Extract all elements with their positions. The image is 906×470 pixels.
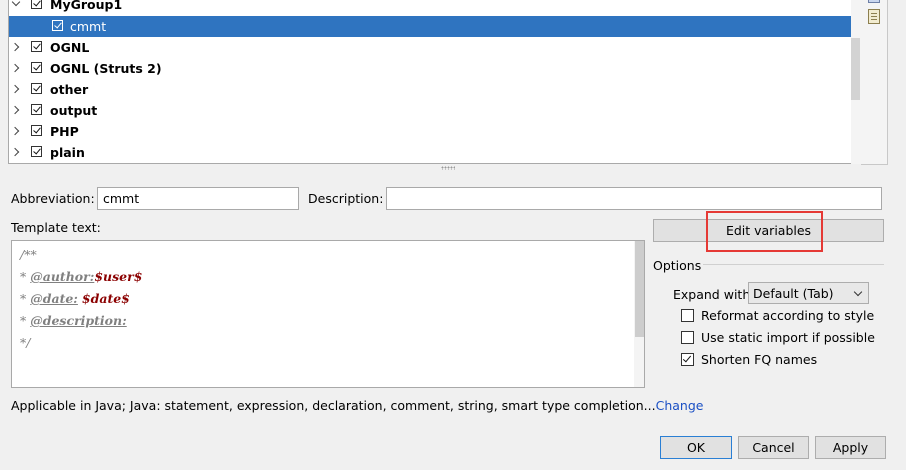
options-divider xyxy=(703,264,884,265)
code-text: /** xyxy=(20,247,37,262)
tree-item-cmmt[interactable]: cmmt xyxy=(9,16,862,37)
tree-group-ognl-struts2[interactable]: OGNL (Struts 2) xyxy=(9,58,862,79)
change-context-link[interactable]: Change xyxy=(656,398,704,413)
template-text-label: Template text: xyxy=(11,220,101,235)
highlight-annotation xyxy=(706,211,823,252)
description-input[interactable] xyxy=(386,187,882,210)
template-checkbox[interactable] xyxy=(52,20,63,31)
static-import-checkbox[interactable] xyxy=(681,331,694,344)
chevron-right-icon[interactable] xyxy=(10,42,20,52)
code-text: * xyxy=(20,313,31,328)
group-checkbox[interactable] xyxy=(31,125,42,136)
options-title: Options xyxy=(653,258,702,273)
abbreviation-label: Abbreviation: xyxy=(11,191,95,206)
chevron-right-icon[interactable] xyxy=(10,84,20,94)
tree-scrollbar-thumb[interactable] xyxy=(851,38,860,100)
description-label: Description: xyxy=(308,191,384,206)
applicable-context: Applicable in Java; Java: statement, exp… xyxy=(11,398,703,413)
chevron-right-icon[interactable] xyxy=(10,126,20,136)
tree-group-other[interactable]: other xyxy=(9,79,862,100)
add-icon[interactable] xyxy=(868,0,880,3)
code-text: * xyxy=(20,269,31,284)
splitter-handle[interactable] xyxy=(441,166,455,170)
tree-group-php[interactable]: PHP xyxy=(9,121,862,142)
tree-group-output[interactable]: output xyxy=(9,100,862,121)
ok-label: OK xyxy=(686,440,706,455)
group-checkbox[interactable] xyxy=(31,83,42,94)
code-line: /** xyxy=(20,247,37,262)
chevron-right-icon[interactable] xyxy=(10,63,20,73)
group-checkbox[interactable] xyxy=(31,41,42,52)
tree-group-label: OGNL (Struts 2) xyxy=(50,61,162,76)
applicable-context-text: Applicable in Java; Java: statement, exp… xyxy=(11,398,656,413)
reformat-label: Reformat according to style xyxy=(701,308,875,323)
group-checkbox[interactable] xyxy=(31,146,42,157)
tree-group-label: output xyxy=(50,103,98,118)
chevron-right-icon[interactable] xyxy=(10,105,20,115)
code-line: */ xyxy=(20,335,30,350)
chevron-down-icon[interactable] xyxy=(11,0,21,7)
copy-icon[interactable] xyxy=(868,9,880,24)
abbreviation-input[interactable] xyxy=(97,187,299,210)
template-variable: $date$ xyxy=(81,291,130,306)
code-line: * @author:$user$ xyxy=(20,269,142,284)
code-line: * @date: $date$ xyxy=(20,291,130,306)
template-scrollbar-thumb[interactable] xyxy=(635,241,644,337)
tree-group-ognl[interactable]: OGNL xyxy=(9,37,862,58)
tree-group-mygroup1[interactable]: MyGroup1 xyxy=(9,0,862,16)
doc-tag: @author: xyxy=(30,269,95,284)
template-variable: $user$ xyxy=(94,269,143,284)
expand-with-select[interactable]: Default (Tab) xyxy=(748,282,869,304)
ok-button[interactable]: OK xyxy=(660,436,732,459)
code-line: * @description: xyxy=(20,313,127,328)
static-import-label: Use static import if possible xyxy=(701,330,875,345)
chevron-right-icon[interactable] xyxy=(10,147,20,157)
cancel-label: Cancel xyxy=(752,440,795,455)
group-checkbox[interactable] xyxy=(31,62,42,73)
group-checkbox[interactable] xyxy=(31,104,42,115)
code-text: * xyxy=(20,291,31,306)
apply-button[interactable]: Apply xyxy=(815,436,886,459)
expand-with-label: Expand with xyxy=(673,287,751,302)
expand-with-value: Default (Tab) xyxy=(753,286,834,301)
cancel-button[interactable]: Cancel xyxy=(738,436,809,459)
doc-tag: @description: xyxy=(30,313,127,328)
tree-group-label: other xyxy=(50,82,89,97)
tree-group-label: plain xyxy=(50,145,85,160)
template-tree[interactable]: MyGroup1 cmmt OGNL OGNL (Struts 2) other… xyxy=(8,0,863,164)
tree-group-label: PHP xyxy=(50,124,79,139)
tree-toolbar xyxy=(861,0,888,165)
template-text-editor[interactable]: /** * @author:$user$ * @date: $date$ * @… xyxy=(11,240,645,388)
code-text: */ xyxy=(20,335,31,350)
tree-group-plain[interactable]: plain xyxy=(9,142,862,163)
tree-group-label: OGNL xyxy=(50,40,90,55)
shorten-fq-label: Shorten FQ names xyxy=(701,352,818,367)
shorten-fq-checkbox[interactable] xyxy=(681,353,694,366)
reformat-checkbox[interactable] xyxy=(681,309,694,322)
chevron-down-icon xyxy=(853,287,863,297)
doc-tag: @date: xyxy=(30,291,78,306)
tree-group-label: MyGroup1 xyxy=(50,0,123,12)
apply-label: Apply xyxy=(832,440,869,455)
tree-item-label: cmmt xyxy=(70,19,107,34)
group-checkbox[interactable] xyxy=(31,0,42,9)
